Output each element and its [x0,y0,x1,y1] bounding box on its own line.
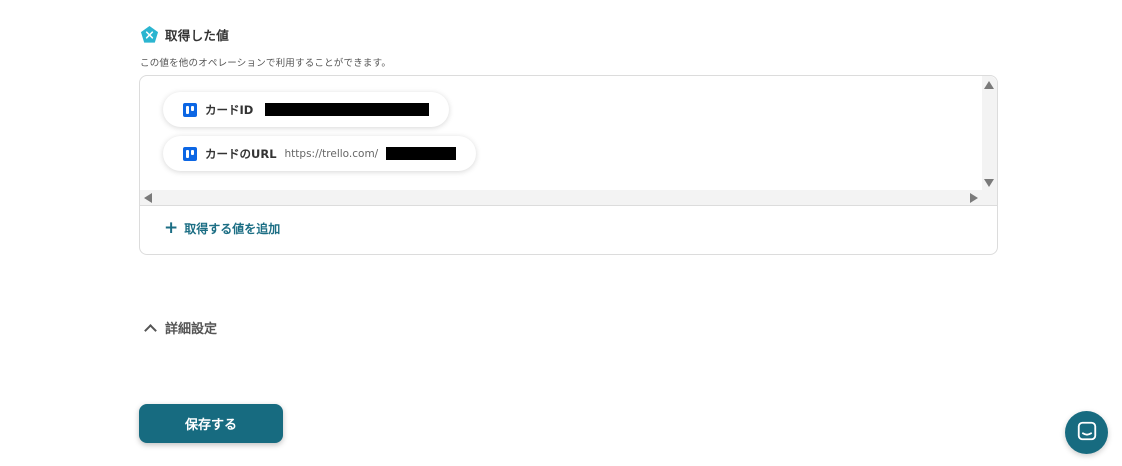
redacted-value [386,147,456,160]
add-value-label: 取得する値を追加 [184,222,281,236]
add-value-button[interactable]: + 取得する値を追加 [164,220,280,237]
redacted-value [265,103,429,116]
vertical-scrollbar[interactable] [982,76,997,191]
chat-support-button[interactable] [1065,411,1108,454]
scroll-left-arrow-icon[interactable] [144,193,152,203]
trello-icon [183,102,197,117]
section-title: 取得した値 [165,28,230,43]
scroll-up-arrow-icon[interactable] [984,81,994,89]
section-header: 取得した値 [140,25,229,44]
advanced-settings-label: 詳細設定 [165,322,218,337]
values-scroll-area[interactable]: カードID カードのURL https://trello.com/ [140,76,997,206]
advanced-settings-toggle[interactable]: 詳細設定 [144,318,218,337]
save-button[interactable]: 保存する [139,404,283,443]
value-chip-value: https://trello.com/ [284,147,379,160]
value-chip-label: カードID [205,102,254,117]
acquired-values-panel: カードID カードのURL https://trello.com/ + 取得する… [139,75,998,255]
yoom-pentagon-icon [140,25,159,44]
section-description: この値を他のオペレーションで利用することができます。 [140,58,392,69]
scroll-down-arrow-icon[interactable] [984,179,994,187]
value-chip-card-url[interactable]: カードのURL https://trello.com/ [163,136,476,171]
value-chip-card-id[interactable]: カードID [163,92,449,127]
scroll-right-arrow-icon[interactable] [970,193,978,203]
chat-icon [1076,420,1098,446]
value-chip-label: カードのURL [205,146,277,161]
plus-icon: + [164,218,179,238]
horizontal-scrollbar[interactable] [140,190,997,205]
chevron-up-icon [144,323,157,337]
trello-icon [183,146,197,161]
